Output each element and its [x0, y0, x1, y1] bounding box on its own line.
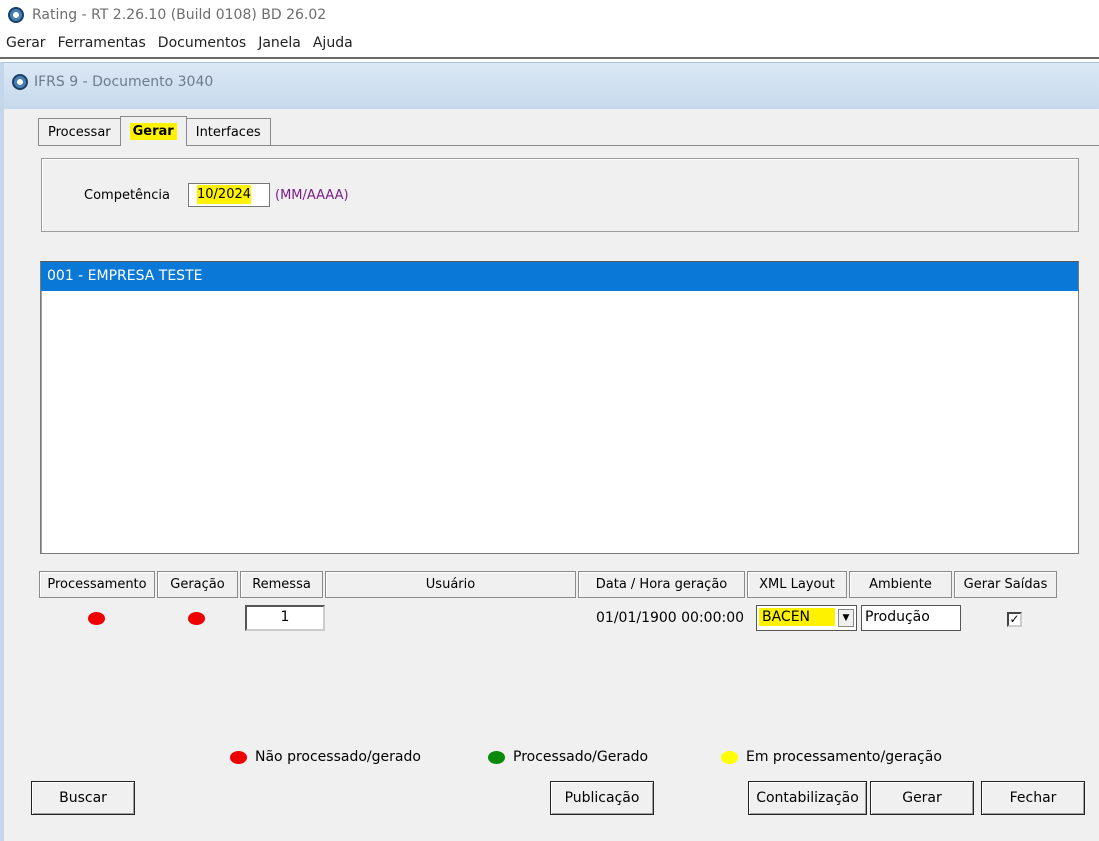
yellow-dot-icon: [721, 750, 738, 764]
window-title: IFRS 9 - Documento 3040: [34, 74, 214, 90]
document-window: IFRS 9 - Documento 3040 Processar Gerar …: [0, 62, 1099, 841]
tab-gerar-label: Gerar: [129, 123, 177, 140]
col-ambiente[interactable]: Ambiente: [849, 571, 952, 598]
competencia-input[interactable]: 10/2024: [188, 183, 270, 207]
menu-ferramentas[interactable]: Ferramentas: [58, 35, 146, 51]
gerar-saidas-checkbox[interactable]: ✓: [1007, 612, 1022, 627]
grid-header: Processamento Geração Remessa Usuário Da…: [39, 571, 1059, 598]
tab-processar[interactable]: Processar: [38, 118, 121, 146]
menubar: Gerar Ferramentas Documentos Janela Ajud…: [0, 29, 1099, 59]
fechar-button[interactable]: Fechar: [981, 781, 1085, 815]
dropdown-arrow-icon[interactable]: ▼: [838, 609, 854, 627]
gerar-button[interactable]: Gerar: [870, 781, 974, 815]
menu-ajuda[interactable]: Ajuda: [313, 35, 353, 51]
menu-janela[interactable]: Janela: [258, 35, 301, 51]
competencia-group: Competência 10/2024 (MM/AAAA): [41, 158, 1079, 232]
list-item[interactable]: 001 - EMPRESA TESTE: [41, 262, 1078, 291]
legend-label: Não processado/gerado: [255, 749, 421, 765]
competencia-format-hint: (MM/AAAA): [275, 188, 349, 203]
window-titlebar: IFRS 9 - Documento 3040: [4, 63, 1099, 109]
xml-layout-value: BACEN: [759, 608, 835, 626]
menu-gerar[interactable]: Gerar: [6, 35, 46, 51]
ambiente-field[interactable]: Produção: [861, 605, 961, 631]
legend-label: Em processamento/geração: [746, 749, 942, 765]
col-data-hora[interactable]: Data / Hora geração: [578, 571, 745, 598]
publicacao-button[interactable]: Publicação: [550, 781, 654, 815]
col-usuario[interactable]: Usuário: [325, 571, 576, 598]
legend-processado: Processado/Gerado: [488, 747, 648, 767]
tab-interfaces[interactable]: Interfaces: [185, 118, 271, 146]
legend-em-processamento: Em processamento/geração: [721, 747, 942, 767]
window-logo-icon: [12, 74, 28, 90]
legend-nao-processado: Não processado/gerado: [230, 747, 421, 767]
col-gerar-saidas[interactable]: Gerar Saídas: [954, 571, 1057, 598]
competencia-value: 10/2024: [197, 185, 252, 204]
app-title: Rating - RT 2.26.10 (Build 0108) BD 26.0…: [32, 6, 327, 23]
remessa-input[interactable]: 1: [245, 605, 325, 631]
legend-label: Processado/Gerado: [513, 749, 649, 765]
col-remessa[interactable]: Remessa: [240, 571, 323, 598]
table-row: 1 01/01/1900 00:00:00 BACEN ▼ Produção ✓: [4, 603, 1099, 633]
tab-processar-label: Processar: [48, 125, 111, 140]
geracao-status-icon: [188, 612, 205, 625]
tab-gerar[interactable]: Gerar: [119, 116, 187, 146]
xml-layout-select[interactable]: BACEN ▼: [756, 605, 857, 631]
menu-documentos[interactable]: Documentos: [158, 35, 246, 51]
data-hora-value: 01/01/1900 00:00:00: [596, 610, 745, 626]
col-processamento[interactable]: Processamento: [39, 571, 155, 598]
col-geracao[interactable]: Geração: [157, 571, 238, 598]
buscar-button[interactable]: Buscar: [31, 781, 135, 815]
company-list[interactable]: 001 - EMPRESA TESTE: [40, 261, 1079, 554]
app-logo-icon: [8, 6, 24, 23]
tab-interfaces-label: Interfaces: [195, 125, 261, 140]
app-titlebar: Rating - RT 2.26.10 (Build 0108) BD 26.0…: [0, 0, 1099, 29]
contabilizacao-button[interactable]: Contabilização: [748, 781, 867, 815]
tab-strip: Processar Gerar Interfaces: [38, 116, 271, 146]
col-xml-layout[interactable]: XML Layout: [747, 571, 847, 598]
red-dot-icon: [230, 750, 247, 764]
processamento-status-icon: [88, 612, 105, 625]
green-dot-icon: [488, 750, 505, 764]
competencia-label: Competência: [84, 188, 171, 203]
